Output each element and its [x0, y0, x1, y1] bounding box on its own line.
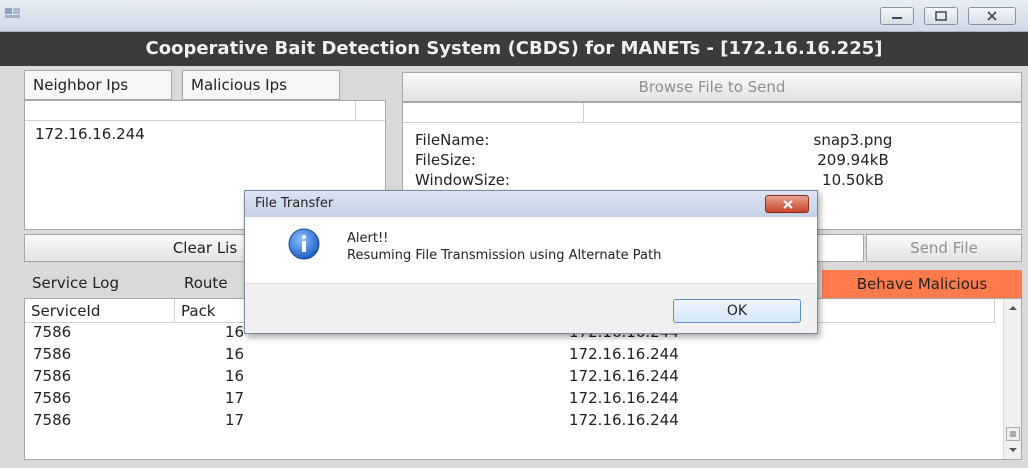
cell-packet: 16 [225, 367, 245, 385]
behave-malicious-button[interactable]: Behave Malicious [822, 270, 1022, 298]
cell-packet: 17 [225, 389, 245, 407]
scroll-up-icon[interactable] [1008, 305, 1018, 311]
cell-ip: 172.16.16.244 [569, 367, 679, 385]
cell-serviceid: 7586 [33, 323, 72, 341]
table-row[interactable]: 7586 17 172.16.16.244 [25, 411, 995, 433]
file-transfer-dialog: File Transfer Alert!! Resuming File Tran… [244, 190, 818, 334]
dialog-line1: Alert!! [347, 231, 389, 246]
close-icon [987, 11, 997, 21]
list-item[interactable]: 172.16.16.244 [35, 125, 145, 143]
cell-serviceid: 7586 [33, 345, 72, 363]
windowsize-label: WindowSize: [415, 171, 510, 189]
send-file-button[interactable]: Send File [866, 234, 1022, 262]
cell-packet: 16 [225, 345, 245, 363]
filesize-value: 209.94kB [817, 151, 889, 169]
tab-malicious-ips[interactable]: Malicious Ips [182, 70, 340, 100]
ok-button[interactable]: OK [673, 299, 801, 323]
column-header-serviceid[interactable]: ServiceId [25, 299, 175, 323]
close-icon [783, 200, 793, 209]
table-row[interactable]: 7586 17 172.16.16.244 [25, 389, 995, 411]
cell-ip: 172.16.16.244 [569, 345, 679, 363]
dialog-close-button[interactable] [765, 195, 809, 213]
scroll-down-icon[interactable] [1008, 447, 1018, 453]
filename-label: FileName: [415, 131, 490, 149]
cell-ip: 172.16.16.244 [569, 411, 679, 429]
table-scrollbar[interactable] [1003, 299, 1021, 459]
table-row[interactable]: 7586 16 172.16.16.244 [25, 367, 995, 389]
filesize-label: FileSize: [415, 151, 476, 169]
table-row[interactable]: 7586 16 172.16.16.244 [25, 345, 995, 367]
window-titlebar [0, 0, 1028, 32]
minimize-icon [892, 17, 902, 19]
browse-file-button[interactable]: Browse File to Send [402, 72, 1022, 102]
cell-packet: 17 [225, 411, 245, 429]
app-icon [4, 6, 22, 20]
filename-value: snap3.png [813, 131, 893, 149]
maximize-icon [935, 11, 947, 21]
minimize-button[interactable] [880, 7, 914, 25]
scroll-thumb[interactable] [1006, 427, 1020, 441]
maximize-button[interactable] [924, 7, 958, 25]
dialog-line2: Resuming File Transmission using Alterna… [347, 248, 662, 263]
cell-serviceid: 7586 [33, 367, 72, 385]
tab-service-log[interactable]: Service Log [24, 268, 164, 298]
cell-packet: 16 [225, 323, 245, 341]
cell-ip: 172.16.16.244 [569, 389, 679, 407]
close-button[interactable] [968, 7, 1016, 25]
windowsize-value: 10.50kB [822, 171, 884, 189]
app-header-title: Cooperative Bait Detection System (CBDS)… [0, 32, 1028, 66]
cell-serviceid: 7586 [33, 411, 72, 429]
cell-serviceid: 7586 [33, 389, 72, 407]
list-header [25, 101, 385, 121]
info-icon [287, 227, 321, 265]
info-header [403, 103, 1021, 123]
dialog-title: File Transfer [245, 191, 817, 217]
tab-neighbor-ips[interactable]: Neighbor Ips [24, 70, 172, 100]
